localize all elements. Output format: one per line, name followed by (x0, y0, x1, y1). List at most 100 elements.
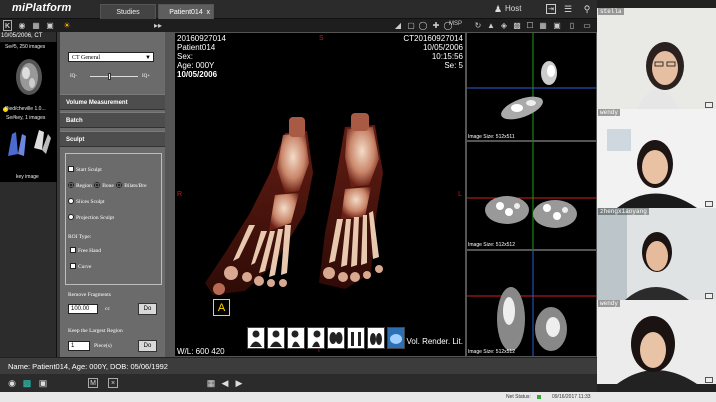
orientation-top: S (319, 35, 324, 42)
view-posterior-button[interactable] (267, 327, 285, 349)
grid-icon[interactable]: ▣ (45, 20, 55, 31)
monitor-icon[interactable]: ▣ (38, 378, 48, 388)
view-feet-button[interactable] (367, 327, 385, 349)
series-thumb-image (12, 53, 46, 99)
participant-name: wendy (598, 300, 621, 307)
panel-scrollbar[interactable] (165, 32, 174, 357)
tool-icon-9[interactable]: ▦ (538, 20, 548, 31)
participant-face-4 (597, 300, 716, 384)
tool-icon-6[interactable]: ◈ (499, 20, 509, 31)
view-anterior-button[interactable] (247, 327, 265, 349)
axial-viewport[interactable]: Image Size: 512x511 (466, 32, 597, 141)
play-icon[interactable]: ▶ (234, 378, 244, 388)
layout-icon[interactable]: ▦ (31, 20, 41, 31)
batch-header[interactable]: Batch (60, 112, 165, 128)
tool-icon-3[interactable]: ◯ (418, 20, 428, 31)
image-size-label: Image Size: 512x511 (468, 134, 515, 140)
close-series-icon[interactable]: × (108, 378, 118, 388)
tool-icon-7[interactable]: ▩ (512, 20, 522, 31)
tab-close-icon[interactable]: x (207, 5, 211, 20)
roi-type-label: ROI Type: (68, 234, 92, 240)
participant-face-1 (597, 8, 716, 109)
participant-video-1[interactable]: stella (597, 8, 716, 109)
keep-largest-do-button[interactable]: Do (138, 340, 157, 352)
sagittal-image (467, 251, 596, 356)
camera-icon[interactable] (705, 377, 713, 383)
start-sculpt-checkbox[interactable]: Start Sculpt (68, 166, 102, 173)
settings-icon[interactable]: ⚲ (582, 4, 592, 14)
camera-icon[interactable] (705, 293, 713, 299)
view-3d-button[interactable] (387, 327, 405, 349)
camera-icon[interactable] (705, 201, 713, 207)
sculpt-mode-radios[interactable]: Region Bone Bilats/Bre (68, 182, 147, 189)
fragment-unit: cc (105, 306, 110, 312)
remove-fragments-do-button[interactable]: Do (138, 303, 157, 315)
keep-largest-label: Keep the Largest Region (68, 328, 123, 334)
crosshair-icon[interactable]: ✚ (431, 20, 441, 31)
fragment-size-input[interactable]: 100.00 (68, 304, 98, 314)
view-right-button[interactable] (307, 327, 325, 349)
participant-name: zhengxiaoyang (598, 208, 649, 215)
collapse-panel-icon[interactable]: ▸▸ (153, 20, 163, 31)
exit-icon[interactable]: ⇥ (546, 4, 556, 14)
target-icon[interactable]: ◉ (7, 378, 17, 388)
k-button[interactable]: K (3, 20, 12, 31)
curve-checkbox[interactable]: Curve (70, 263, 91, 270)
network-status-bar: Net Status: 09/16/2017 11:33 (0, 392, 716, 402)
pieces-input[interactable]: 1 (68, 341, 90, 351)
view-left-button[interactable] (287, 327, 305, 349)
net-status-label: Net Status: (506, 394, 531, 400)
camera-icon[interactable]: ◉ (17, 20, 27, 31)
orientation-left: R (177, 191, 183, 198)
sagittal-viewport[interactable]: Image Size: 512x512 (466, 250, 597, 357)
tool-panel: CT General ▼ IQ- IQ+ Volume Measurement B… (60, 32, 165, 357)
free-hand-checkbox[interactable]: Free Hand (70, 247, 101, 254)
volume-render-viewport[interactable]: 20160927014 Patient014 Sex: Age: 000Y 10… (174, 32, 466, 357)
slider-track[interactable] (90, 76, 138, 77)
series-thumbnail-2[interactable]: Se#key, 1 images key image (0, 114, 57, 182)
patient-status-bar: Name: Patient014, Age: 000Y, DOB: 05/06/… (0, 357, 597, 374)
sun-icon[interactable]: ☀ (61, 20, 73, 31)
slider-thumb[interactable] (108, 73, 111, 80)
anterior-orientation-marker[interactable]: A (213, 299, 230, 316)
tool-icon-1[interactable]: ◢ (392, 20, 404, 31)
participant-video-4[interactable]: wendy (597, 300, 716, 384)
dropdown-arrow-icon: ▼ (145, 55, 151, 61)
image-size-label: Image Size: 512x512 (468, 349, 515, 355)
view-superior-button[interactable] (327, 327, 345, 349)
menu-icon[interactable]: ☰ (563, 4, 573, 14)
slices-sculpt-radio[interactable]: Slices Sculpt (68, 198, 105, 205)
view-inferior-button[interactable] (347, 327, 365, 349)
layout-cyan-icon[interactable]: ▩ (22, 378, 32, 388)
mpr-label[interactable]: MSP (449, 21, 462, 27)
overlay-top-right: CT20160927014 10/05/2006 10:15:56 Se: 5 (403, 34, 463, 70)
m-button[interactable]: M (88, 378, 98, 388)
projection-sculpt-radio[interactable]: Projection Sculpt (68, 214, 114, 221)
tab-patient[interactable]: Patient014 x (158, 4, 214, 19)
series-thumbnail-1[interactable]: Se#5, 250 images (0, 42, 57, 114)
host-label: Host (505, 4, 522, 13)
coronal-image (467, 142, 596, 249)
rotate-icon[interactable]: ↻ (473, 20, 483, 31)
tab-studies[interactable]: Studies (100, 4, 156, 19)
volume-measurement-header[interactable]: Volume Measurement (60, 94, 165, 110)
tool-icon-12[interactable]: ▭ (582, 20, 592, 31)
participant-video-2[interactable]: wendy (597, 109, 716, 208)
grid-layout-icon[interactable]: ▦ (206, 378, 216, 388)
pieces-unit: Piece(s) (94, 343, 112, 349)
participant-video-3[interactable]: zhengxiaoyang (597, 208, 716, 300)
tool-icon-11[interactable]: ▯ (567, 20, 577, 31)
window-level: W/L: 600 420 (177, 347, 225, 356)
prev-icon[interactable]: ◀ (220, 378, 230, 388)
tool-icon-2[interactable]: ▢ (406, 20, 416, 31)
coronal-viewport[interactable]: Image Size: 512x512 (466, 141, 597, 250)
preset-select[interactable]: CT General ▼ (68, 52, 154, 62)
series-panel: 10/05/2006, CT Se#5, 250 images Pied/che… (0, 32, 57, 357)
sculpt-header[interactable]: Sculpt (60, 131, 165, 147)
study-date: 10/05/2006, CT (1, 33, 43, 39)
tool-icon-8[interactable]: ☐ (525, 20, 535, 31)
tool-icon-5[interactable]: ▲ (486, 20, 496, 31)
quality-slider[interactable]: IQ- IQ+ (68, 72, 158, 82)
tool-icon-10[interactable]: ▣ (552, 20, 562, 31)
camera-icon[interactable] (705, 102, 713, 108)
